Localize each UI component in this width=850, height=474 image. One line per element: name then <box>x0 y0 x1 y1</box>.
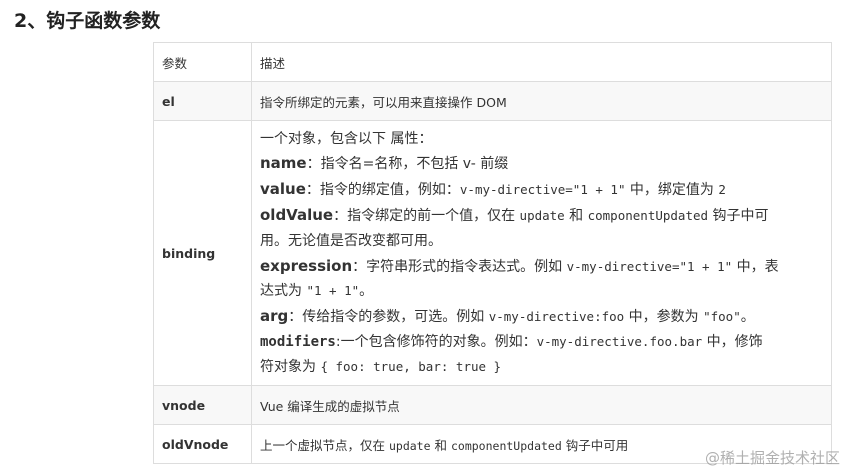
table-header-row: 参数 描述 <box>153 42 832 82</box>
key-expression: expression <box>260 256 353 275</box>
binding-value-line: value：指令的绑定值，例如：v-my-directive="1 + 1" 中… <box>260 177 831 203</box>
oldvalue-code1: update <box>519 207 565 223</box>
header-param: 参数 <box>153 42 252 82</box>
value-code: v-my-directive="1 + 1" <box>459 182 626 198</box>
binding-modifiers-line: modifiers:一个包含修饰符的对象。例如：v-my-directive.f… <box>260 330 831 355</box>
expression-code2: "1 + 1" <box>306 283 360 299</box>
key-modifiers: modifiers <box>260 333 336 350</box>
table-row: el 指令所绑定的元素，可以用来直接操作 DOM <box>153 81 832 121</box>
section-heading: 2、钩子函数参数 <box>14 10 161 32</box>
modifiers-text2: 中，修饰 <box>702 333 763 350</box>
modifiers-code2: { foo: true, bar: true } <box>320 358 502 374</box>
oldvnode-desc2: 和 <box>430 437 451 453</box>
binding-modifiers-line2: 符对象为 { foo: true, bar: true } <box>260 355 831 380</box>
key-name: name <box>260 154 307 173</box>
param-name-binding: binding <box>153 120 252 386</box>
param-desc-binding: 一个对象，包含以下 属性： name：指令名=名称，不包括 v- 前缀 valu… <box>251 120 832 386</box>
expression-text2: 中，表 <box>732 258 779 275</box>
value-code2: 2 <box>718 182 726 198</box>
expression-code1: v-my-directive="1 + 1" <box>566 258 733 274</box>
oldvnode-code2: componentUpdated <box>450 438 562 453</box>
binding-intro: 一个对象，包含以下 属性： <box>260 127 831 152</box>
modifiers-code1: v-my-directive.foo.bar <box>536 333 703 349</box>
binding-name-line: name：指令名=名称，不包括 v- 前缀 <box>260 151 831 177</box>
binding-expression-line2: 达式为 "1 + 1"。 <box>260 279 831 304</box>
oldvalue-text2: 和 <box>564 207 588 224</box>
binding-arg-line: arg：传给指令的参数，可选。例如 v-my-directive:foo 中，参… <box>260 304 831 330</box>
binding-intro-text: 一个对象，包含以下 属性： <box>260 130 433 147</box>
expression-text4: 。 <box>359 283 374 300</box>
key-oldvalue: oldValue <box>260 205 334 224</box>
param-desc-vnode: Vue 编译生成的虚拟节点 <box>251 385 832 425</box>
expression-text1: ：字符串形式的指令表达式。例如 <box>352 258 567 275</box>
oldvalue-text3: 钩子中可 <box>708 207 769 224</box>
oldvnode-desc1: 上一个虚拟节点，仅在 <box>260 437 389 453</box>
oldvnode-desc3: 钩子中可用 <box>561 437 629 453</box>
param-name-el: el <box>153 81 252 121</box>
watermark: @稀土掘金技术社区 <box>704 449 840 467</box>
value-text2: 中，绑定值为 <box>625 182 719 199</box>
hook-params-table: 参数 描述 el 指令所绑定的元素，可以用来直接操作 DOM binding 一… <box>153 42 832 464</box>
table-row: vnode Vue 编译生成的虚拟节点 <box>153 385 832 425</box>
oldvalue-text4: 用。无论值是否改变都可用。 <box>260 232 442 249</box>
table-row: binding 一个对象，包含以下 属性： name：指令名=名称，不包括 v-… <box>153 120 832 386</box>
header-desc: 描述 <box>251 42 832 82</box>
arg-code1: v-my-directive:foo <box>488 309 625 325</box>
arg-code2: "foo" <box>703 309 741 325</box>
arg-text1: ：传给指令的参数，可选。例如 <box>288 309 489 326</box>
oldvnode-code1: update <box>388 438 431 453</box>
modifiers-text1: :一个包含修饰符的对象。例如： <box>335 333 537 350</box>
key-value: value <box>260 180 306 199</box>
binding-oldvalue-line2: 用。无论值是否改变都可用。 <box>260 229 831 254</box>
arg-text3: 。 <box>740 309 755 326</box>
param-name-vnode: vnode <box>153 385 252 425</box>
expression-text3: 达式为 <box>260 283 307 300</box>
arg-text2: 中，参数为 <box>624 309 704 326</box>
oldvalue-code2: componentUpdated <box>587 207 709 223</box>
modifiers-text3: 符对象为 <box>260 358 321 375</box>
binding-expression-line: expression：字符串形式的指令表达式。例如 v-my-directive… <box>260 254 831 280</box>
oldvalue-text1: ：指令绑定的前一个值，仅在 <box>333 207 520 224</box>
name-text: ：指令名=名称，不包括 v- 前缀 <box>306 156 509 173</box>
value-text1: ：指令的绑定值，例如： <box>305 182 460 199</box>
key-arg: arg <box>260 307 289 326</box>
binding-oldvalue-line: oldValue：指令绑定的前一个值，仅在 update 和 component… <box>260 203 831 229</box>
param-name-oldvnode: oldVnode <box>153 424 252 464</box>
param-desc-el: 指令所绑定的元素，可以用来直接操作 DOM <box>251 81 832 121</box>
